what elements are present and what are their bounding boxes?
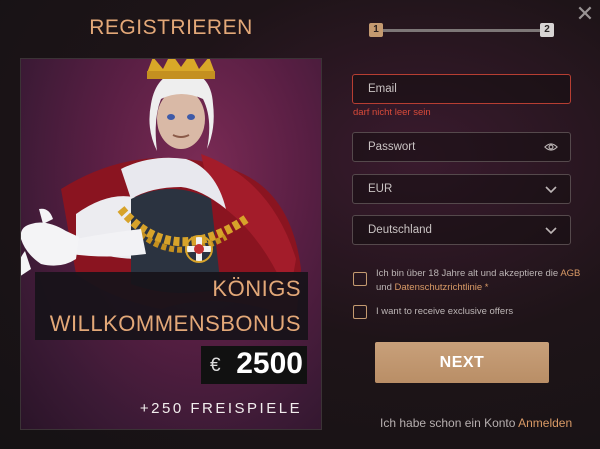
terms-label: Ich bin über 18 Jahre alt und akzeptiere… [376,267,586,295]
password-placeholder: Passwort [368,141,416,153]
progress-track [376,29,546,32]
email-field[interactable]: Email [352,74,571,104]
offers-label: I want to receive exclusive offers [376,306,514,317]
eye-icon[interactable] [544,141,558,153]
bonus-amount: 2500 [236,347,303,380]
login-link[interactable]: Anmelden [518,416,572,430]
step-indicator-1: 1 [369,23,383,37]
privacy-policy-link[interactable]: Datenschutzrichtlinie [395,282,483,293]
currency-select[interactable]: EUR [352,174,571,204]
step-indicator-2: 2 [540,23,554,37]
terms-and-text: und [376,282,392,293]
currency-value: EUR [368,183,393,195]
terms-prefix-text: Ich bin über 18 Jahre alt und akzeptiere… [376,268,559,279]
bonus-title-line-2: WILLKOMMENSBONUS [49,311,301,336]
password-field[interactable]: Passwort [352,132,571,162]
login-prompt: Ich habe schon ein Konto Anmelden [380,416,572,430]
country-select[interactable]: Deutschland [352,215,571,245]
chevron-down-icon [545,227,557,235]
promo-panel: KÖNIGS WILLKOMMENSBONUS € 2500 +250 FREI… [20,58,322,430]
page-title: REGISTRIEREN [89,16,253,39]
terms-checkbox[interactable] [353,272,367,286]
required-marker: * [484,282,489,293]
email-placeholder: Email [368,83,397,95]
email-error-message: darf nicht leer sein [353,107,431,118]
bonus-currency: € [210,355,221,376]
next-button[interactable]: NEXT [375,342,549,383]
bonus-title-line-1: KÖNIGS [212,276,301,301]
country-value: Deutschland [368,224,432,236]
offers-checkbox[interactable] [353,305,367,319]
chevron-down-icon [545,186,557,194]
agb-link[interactable]: AGB [560,268,580,279]
free-spins-text: +250 FREISPIELE [139,400,303,417]
close-icon[interactable]: ✕ [574,4,596,26]
have-account-text: Ich habe schon ein Konto [380,416,516,430]
